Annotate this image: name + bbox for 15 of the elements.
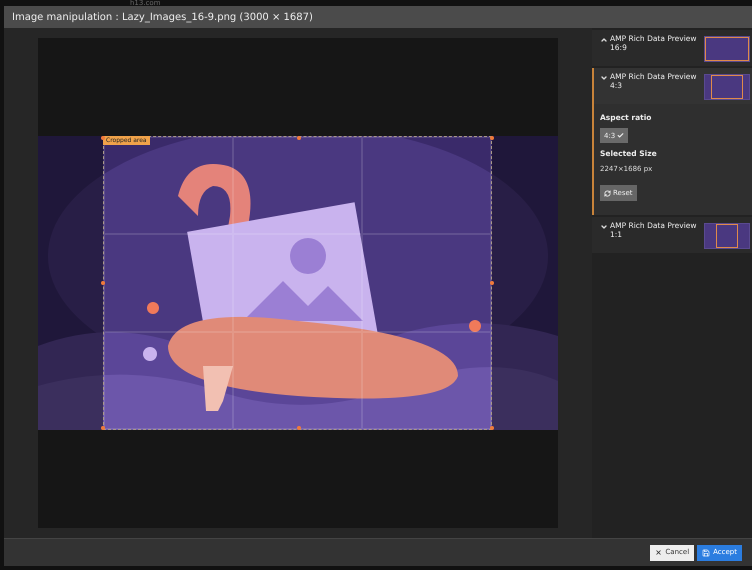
crop-handle[interactable] [490, 136, 494, 140]
window-title: Image manipulation : Lazy_Images_16-9.png (3000 × 1687) [12, 10, 313, 24]
crop-handle[interactable] [101, 426, 105, 430]
crop-frame [716, 224, 738, 248]
crop-frame [711, 75, 743, 99]
crop-handle[interactable] [490, 426, 494, 430]
close-icon [655, 549, 662, 556]
crop-handle[interactable] [101, 136, 105, 140]
save-icon [702, 548, 710, 556]
refresh-icon [604, 190, 611, 196]
crop-handle[interactable] [490, 281, 494, 285]
crop-handle[interactable] [297, 136, 301, 140]
crop-handle[interactable] [101, 281, 105, 285]
check-icon [617, 132, 624, 140]
crop-handle[interactable] [297, 426, 301, 430]
